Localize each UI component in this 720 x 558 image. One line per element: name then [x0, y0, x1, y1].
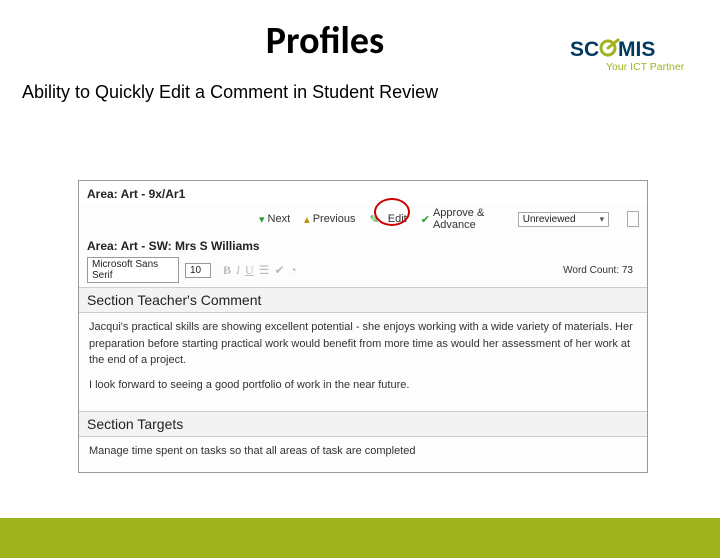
svg-text:SC: SC	[570, 38, 599, 61]
clock-icon[interactable]: ◔	[290, 263, 297, 278]
target-paragraph: Manage time spent on tasks so that all a…	[89, 443, 637, 460]
comment-paragraph: Jacqui's practical skills are showing ex…	[89, 319, 637, 369]
italic-icon[interactable]: I	[236, 263, 240, 278]
window-title: Area: Art - 9x/Ar1	[79, 181, 647, 205]
subtitle: Ability to Quickly Edit a Comment in Stu…	[22, 82, 720, 103]
font-size-select[interactable]: 10	[185, 263, 211, 278]
teacher-comment-body[interactable]: Jacqui's practical skills are showing ex…	[79, 313, 647, 411]
previous-button[interactable]: ▴ Previous	[304, 213, 355, 226]
status-dropdown[interactable]: Unreviewed ▾	[518, 212, 609, 227]
brand-logo: SC MIS Your ICT Partner	[570, 36, 696, 76]
student-review-window: Area: Art - 9x/Ar1 ▾ Next ▴ Previous ✎ E…	[78, 180, 648, 473]
previous-label: Previous	[313, 213, 356, 225]
word-count: Word Count: 73	[563, 265, 639, 276]
arrow-up-icon: ▴	[304, 213, 310, 226]
bold-icon[interactable]: B	[223, 263, 231, 278]
approve-label: Approve & Advance	[433, 207, 498, 231]
list-icon[interactable]: ☰	[259, 263, 270, 278]
arrow-down-icon: ▾	[259, 213, 265, 226]
approve-advance-button[interactable]: ✔ Approve & Advance	[421, 207, 498, 231]
subarea-title: Area: Art - SW: Mrs S Williams	[79, 235, 647, 255]
logo-tagline: Your ICT Partner	[606, 61, 685, 73]
status-value: Unreviewed	[523, 214, 576, 225]
next-button[interactable]: ▾ Next	[259, 213, 290, 226]
format-bar: Microsoft Sans Serif 10 B I U ☰ ✔ ◔ Word…	[79, 255, 647, 287]
targets-body[interactable]: Manage time spent on tasks so that all a…	[79, 437, 647, 473]
chevron-down-icon: ▾	[600, 214, 605, 225]
font-select[interactable]: Microsoft Sans Serif	[87, 257, 179, 283]
section-header-targets: Section Targets	[79, 411, 647, 437]
footer-bar	[0, 518, 720, 558]
section-header-comment: Section Teacher's Comment	[79, 287, 647, 313]
toolbar: ▾ Next ▴ Previous ✎ Edit ✔ Approve & Adv…	[79, 205, 647, 235]
edit-label: Edit	[388, 213, 407, 225]
color-swatch[interactable]	[627, 211, 639, 227]
next-label: Next	[268, 213, 291, 225]
spellcheck-icon[interactable]: ✔	[274, 263, 284, 278]
edit-button[interactable]: ✎ Edit	[369, 213, 406, 226]
check-icon: ✔	[421, 213, 430, 226]
pencil-icon: ✎	[369, 213, 378, 226]
comment-paragraph: I look forward to seeing a good portfoli…	[89, 377, 637, 394]
underline-icon[interactable]: U	[245, 263, 254, 278]
svg-text:MIS: MIS	[618, 38, 655, 61]
